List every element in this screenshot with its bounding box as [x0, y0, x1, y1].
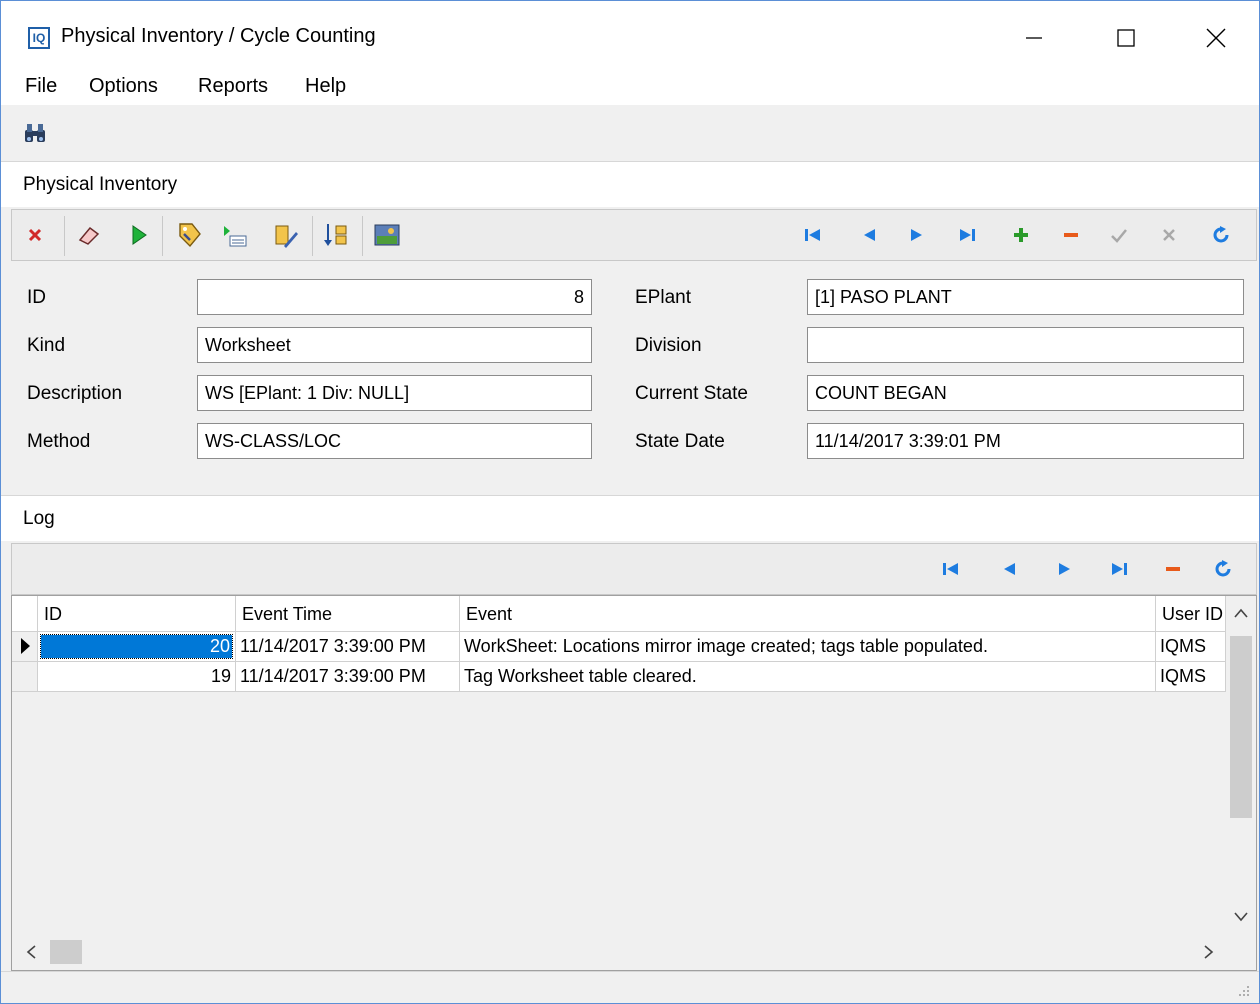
cell-event-time[interactable]: 11/14/2017 3:39:00 PM: [236, 632, 460, 662]
last-record-icon[interactable]: [954, 222, 980, 248]
current-state-label: Current State: [635, 383, 748, 404]
id-field[interactable]: 8: [197, 279, 592, 315]
resize-grip-icon[interactable]: [1235, 982, 1251, 998]
cell-event-time[interactable]: 11/14/2017 3:39:00 PM: [236, 662, 460, 692]
horizontal-scrollbar[interactable]: [12, 934, 1256, 970]
edit-icon[interactable]: [268, 218, 302, 252]
row-indicator-icon: [12, 632, 38, 662]
delete-icon[interactable]: [22, 222, 48, 248]
column-header-user-id[interactable]: User ID: [1156, 596, 1226, 632]
sort-icon[interactable]: [320, 218, 354, 252]
physical-inventory-header: Physical Inventory: [1, 161, 1259, 207]
eplant-field[interactable]: [1] PASO PLANT: [807, 279, 1244, 315]
horizontal-scroll-thumb[interactable]: [50, 940, 82, 964]
main-toolbar: [1, 105, 1259, 159]
cell-id[interactable]: 19: [38, 662, 236, 692]
next-record-icon[interactable]: [1052, 556, 1078, 582]
prior-record-icon[interactable]: [996, 556, 1022, 582]
column-header-event-time[interactable]: Event Time: [236, 596, 460, 632]
log-toolbar: [11, 543, 1257, 595]
next-record-icon[interactable]: [904, 222, 930, 248]
first-record-icon[interactable]: [800, 222, 826, 248]
refresh-icon[interactable]: [1210, 556, 1236, 582]
menu-bar: File Options Reports Help: [1, 69, 1259, 105]
binoculars-icon[interactable]: [21, 119, 49, 147]
prior-record-icon[interactable]: [856, 222, 882, 248]
row-indicator: [12, 662, 38, 692]
physical-inventory-toolbar: [11, 209, 1257, 261]
app-window: IQ Physical Inventory / Cycle Counting F…: [0, 0, 1260, 1004]
tag-icon[interactable]: [172, 218, 206, 252]
log-header: Log: [1, 495, 1259, 541]
picture-icon[interactable]: [370, 218, 404, 252]
state-date-field[interactable]: 11/14/2017 3:39:01 PM: [807, 423, 1244, 459]
status-bar: [1, 971, 1259, 1003]
description-field[interactable]: WS [EPlant: 1 Div: NULL]: [197, 375, 592, 411]
current-state-field[interactable]: COUNT BEGAN: [807, 375, 1244, 411]
scroll-left-icon[interactable]: [22, 943, 40, 961]
state-date-label: State Date: [635, 431, 725, 452]
vertical-scroll-thumb[interactable]: [1230, 636, 1252, 818]
row-indicator-header: [12, 596, 38, 632]
description-label: Description: [27, 383, 123, 404]
close-button[interactable]: [1193, 15, 1239, 61]
cell-event[interactable]: WorkSheet: Locations mirror image create…: [460, 632, 1156, 662]
scroll-right-icon[interactable]: [1200, 943, 1218, 961]
cell-id[interactable]: 20: [38, 632, 236, 662]
cell-event[interactable]: Tag Worksheet table cleared.: [460, 662, 1156, 692]
maximize-button[interactable]: [1103, 15, 1149, 61]
app-logo-icon: IQ: [28, 27, 50, 49]
scroll-down-icon[interactable]: [1232, 908, 1250, 926]
post-icon: [1106, 222, 1132, 248]
delete-record-icon[interactable]: [1160, 556, 1186, 582]
run-list-icon[interactable]: [218, 218, 252, 252]
menu-help[interactable]: Help: [305, 75, 346, 98]
menu-reports[interactable]: Reports: [198, 75, 268, 98]
eraser-icon[interactable]: [74, 220, 104, 250]
column-header-event[interactable]: Event: [460, 596, 1156, 632]
title-bar: IQ Physical Inventory / Cycle Counting: [1, 1, 1259, 69]
cell-user-id[interactable]: IQMS: [1156, 662, 1226, 692]
insert-icon[interactable]: [1008, 222, 1034, 248]
vertical-scrollbar[interactable]: [1226, 596, 1256, 934]
scroll-up-icon[interactable]: [1232, 604, 1250, 622]
play-icon[interactable]: [124, 220, 154, 250]
cell-user-id[interactable]: IQMS: [1156, 632, 1226, 662]
cancel-icon: [1156, 222, 1182, 248]
last-record-icon[interactable]: [1106, 556, 1132, 582]
method-field[interactable]: WS-CLASS/LOC: [197, 423, 592, 459]
minimize-button[interactable]: [1011, 15, 1057, 61]
kind-label: Kind: [27, 335, 66, 356]
refresh-icon[interactable]: [1208, 222, 1234, 248]
log-title: Log: [23, 508, 55, 529]
menu-file[interactable]: File: [25, 75, 57, 98]
id-label: ID: [27, 287, 46, 308]
division-label: Division: [635, 335, 702, 356]
first-record-icon[interactable]: [938, 556, 964, 582]
window-title: Physical Inventory / Cycle Counting: [61, 25, 376, 47]
menu-options[interactable]: Options: [89, 75, 158, 98]
log-grid[interactable]: ID Event Time Event User ID 20 11/14/201…: [11, 595, 1257, 971]
method-label: Method: [27, 431, 91, 452]
physical-inventory-title: Physical Inventory: [23, 174, 178, 195]
delete-record-icon[interactable]: [1058, 222, 1084, 248]
eplant-label: EPlant: [635, 287, 691, 308]
kind-field[interactable]: Worksheet: [197, 327, 592, 363]
division-field[interactable]: [807, 327, 1244, 363]
cell-id-value: 20: [40, 634, 233, 659]
column-header-id[interactable]: ID: [38, 596, 236, 632]
